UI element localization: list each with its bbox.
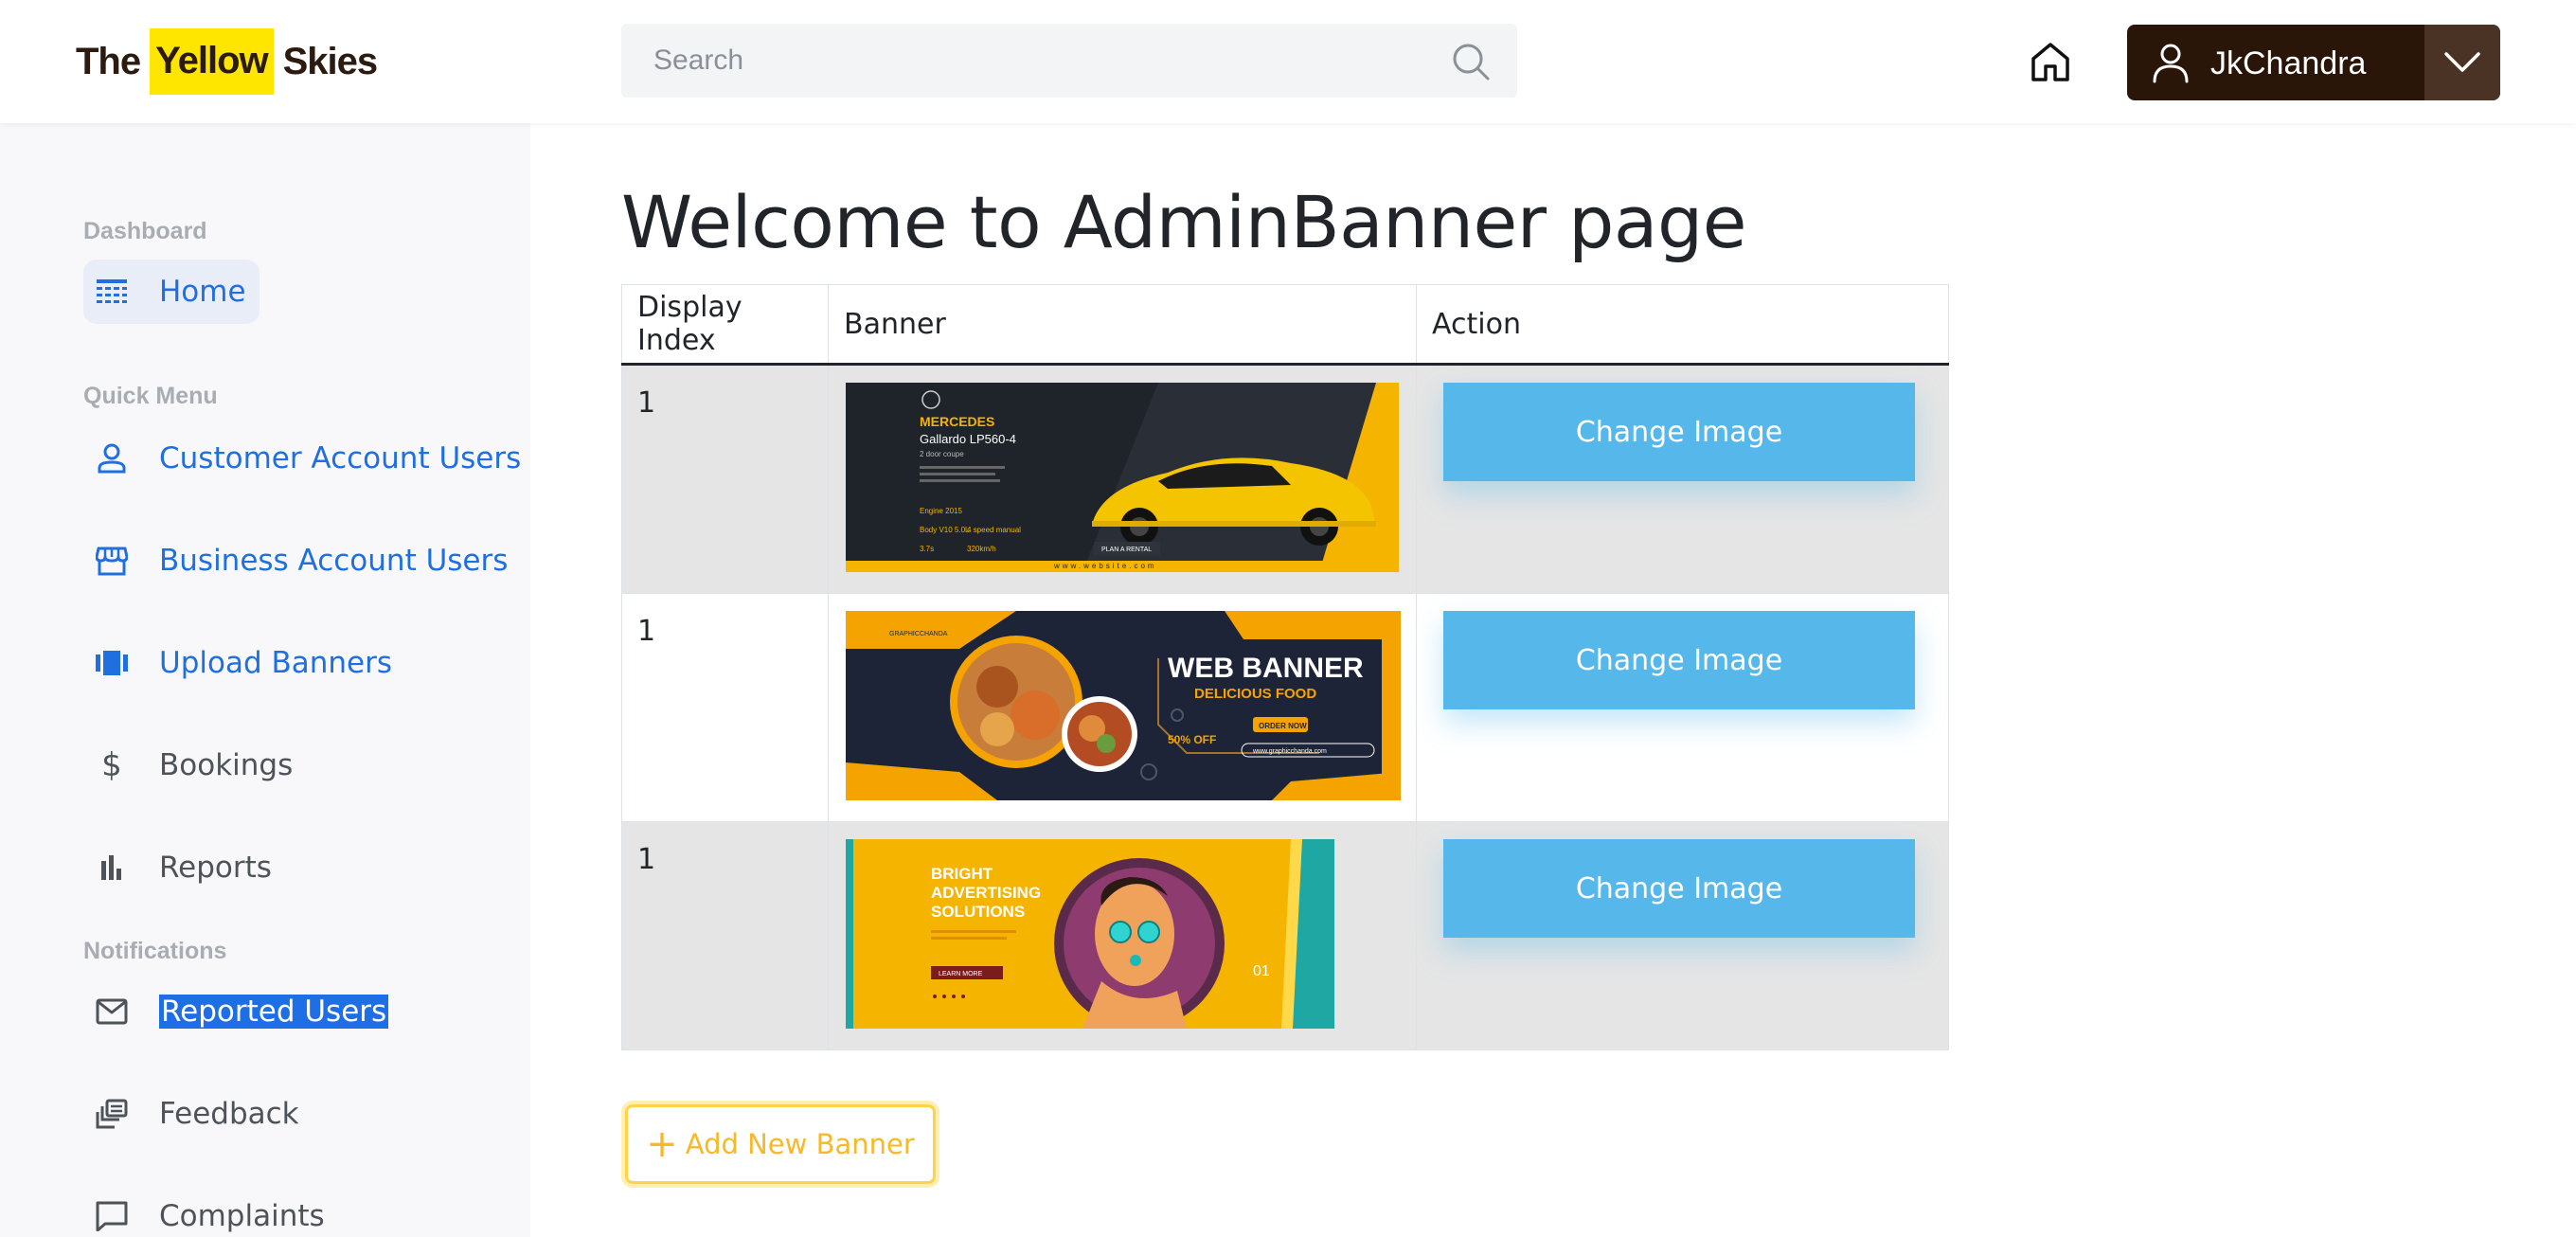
banner-model: Gallardo LP560-4	[920, 432, 1016, 446]
sidebar-item-label: Business Account Users	[159, 544, 509, 578]
user-name: JkChandra	[2210, 45, 2367, 81]
table-row: 1 MERCEDES Gallardo LP560-4 2 door coupe	[621, 364, 1949, 594]
banner-cell: GRAPHICCHANDA WEB BANNER DELICIOUS FOOD …	[828, 593, 1417, 822]
banner-site: www.graphicchanda.com	[1252, 748, 1327, 755]
user-icon	[2153, 44, 2189, 83]
sidebar-item-label: Home	[159, 275, 246, 309]
column-header-action[interactable]: Action	[1416, 284, 1949, 366]
sidebar-item-label: Reports	[159, 851, 272, 885]
brand-text-the: The	[76, 40, 141, 82]
banner-spec-3: 4 speed manual	[967, 526, 1021, 534]
dollar-icon: $	[101, 746, 122, 784]
banner-subtitle: DELICIOUS FOOD	[1194, 686, 1316, 702]
brand-text-skies: Skies	[282, 40, 379, 82]
page-title: Welcome to AdminBanner page	[621, 180, 1747, 264]
sidebar-item-label: Upload Banners	[159, 646, 393, 680]
home-icon[interactable]	[2029, 40, 2072, 83]
bar-chart-icon	[93, 849, 131, 887]
chevron-down-icon	[2444, 52, 2480, 72]
banner-image-advertising[interactable]: BRIGHT ADVERTISING SOLUTIONS LEARN MORE …	[846, 839, 1334, 1029]
banner-page-number: 01	[1253, 963, 1270, 979]
banner-title-line-2: ADVERTISING	[931, 884, 1041, 902]
dashboard-icon	[93, 273, 131, 311]
banner-table: Display Index Banner Action 1 MERCEDES G…	[621, 284, 1949, 1050]
sidebar-item-bookings[interactable]: $ Bookings	[83, 733, 293, 798]
display-index-cell: 1	[621, 821, 829, 1050]
top-header: The Yellow Skies JkChandra	[0, 0, 2576, 123]
banner-cta: ORDER NOW	[1259, 722, 1307, 730]
plus-icon: +	[646, 1122, 678, 1166]
table-row: 1 BRIGHT ADVERTISING SOLUTIONS LEARN MOR…	[621, 821, 1949, 1050]
banner-spec-5: 320km/h	[967, 545, 996, 553]
banner-image-food[interactable]: GRAPHICCHANDA WEB BANNER DELICIOUS FOOD …	[846, 611, 1401, 800]
app-root: The Yellow Skies JkChandra	[0, 0, 2576, 1237]
banner-cta: PLAN A RENTAL	[1101, 547, 1152, 553]
banner-spec-1: Engine 2015	[920, 507, 962, 515]
column-header-display-index[interactable]: Display Index	[621, 284, 829, 366]
slides-icon	[93, 644, 131, 682]
section-label-dashboard: Dashboard	[83, 218, 207, 244]
brand-text-yellow: Yellow	[150, 28, 274, 95]
change-image-button[interactable]: Change Image	[1443, 611, 1915, 709]
display-index-cell: 1	[621, 364, 829, 594]
sidebar-item-home[interactable]: Home	[83, 260, 259, 324]
store-icon	[93, 542, 131, 580]
banner-discount: 50% OFF	[1168, 733, 1216, 746]
person-icon	[93, 439, 131, 477]
banner-cell: MERCEDES Gallardo LP560-4 2 door coupe E…	[828, 364, 1417, 594]
display-index-cell: 1	[621, 593, 829, 822]
banner-cell: BRIGHT ADVERTISING SOLUTIONS LEARN MORE …	[828, 821, 1417, 1050]
table-header-row: Display Index Banner Action	[621, 284, 1949, 366]
banner-title-line-3: SOLUTIONS	[931, 903, 1025, 921]
banner-brand: MERCEDES	[920, 414, 994, 429]
sidebar-item-complaints[interactable]: Complaints	[83, 1184, 325, 1237]
feedback-icon	[93, 1095, 131, 1133]
banner-subtitle: 2 door coupe	[920, 450, 964, 458]
sidebar-item-label: Bookings	[159, 748, 294, 782]
sidebar-item-label: Customer Account Users	[159, 441, 522, 475]
change-image-button[interactable]: Change Image	[1443, 383, 1915, 481]
search-bar	[621, 24, 1517, 98]
sidebar-item-feedback[interactable]: Feedback	[83, 1082, 299, 1146]
banner-logo-text: GRAPHICCHANDA	[889, 631, 948, 637]
mail-icon	[93, 993, 131, 1031]
banner-title-line-1: BRIGHT	[931, 865, 993, 883]
sidebar-item-business-account-users[interactable]: Business Account Users	[83, 529, 508, 593]
banner-spec-2: Body V10 5.0L	[920, 526, 970, 534]
sidebar-item-label: Reported Users	[159, 995, 389, 1029]
action-cell: Change Image	[1416, 364, 1949, 594]
brand-logo[interactable]: The Yellow Skies	[76, 28, 379, 95]
table-row: 1 GRAPHICCHANDA WEB BANNER DELICIOUS FOO…	[621, 593, 1949, 822]
banner-site: www.website.com	[1053, 562, 1157, 570]
sidebar-item-customer-account-users[interactable]: Customer Account Users	[83, 426, 521, 491]
sidebar-item-upload-banners[interactable]: Upload Banners	[83, 631, 392, 695]
section-label-quick-menu: Quick Menu	[83, 383, 218, 409]
add-new-banner-label: Add New Banner	[685, 1128, 915, 1160]
change-image-button[interactable]: Change Image	[1443, 839, 1915, 938]
banner-spec-4: 3.7s	[920, 545, 934, 553]
user-menu[interactable]: JkChandra	[2127, 25, 2500, 100]
banner-title: WEB BANNER	[1168, 653, 1364, 684]
sidebar-item-reports[interactable]: Reports	[83, 835, 272, 900]
sidebar: Dashboard Home Quick Menu Customer Accou…	[0, 123, 530, 1237]
column-header-banner[interactable]: Banner	[828, 284, 1417, 366]
sidebar-item-reported-users[interactable]: Reported Users	[83, 979, 389, 1044]
sidebar-item-label: Feedback	[159, 1097, 299, 1131]
banner-image-car[interactable]: MERCEDES Gallardo LP560-4 2 door coupe E…	[846, 383, 1399, 572]
search-icon[interactable]	[1451, 42, 1491, 81]
chat-bubble-icon	[93, 1197, 131, 1235]
action-cell: Change Image	[1416, 821, 1949, 1050]
section-label-notifications: Notifications	[83, 938, 227, 964]
action-cell: Change Image	[1416, 593, 1949, 822]
user-menu-toggle[interactable]	[2424, 25, 2500, 100]
search-input[interactable]	[653, 45, 1411, 77]
sidebar-item-label: Complaints	[159, 1199, 325, 1233]
add-new-banner-button[interactable]: + Add New Banner	[625, 1104, 936, 1184]
banner-cta: LEARN MORE	[939, 971, 983, 977]
